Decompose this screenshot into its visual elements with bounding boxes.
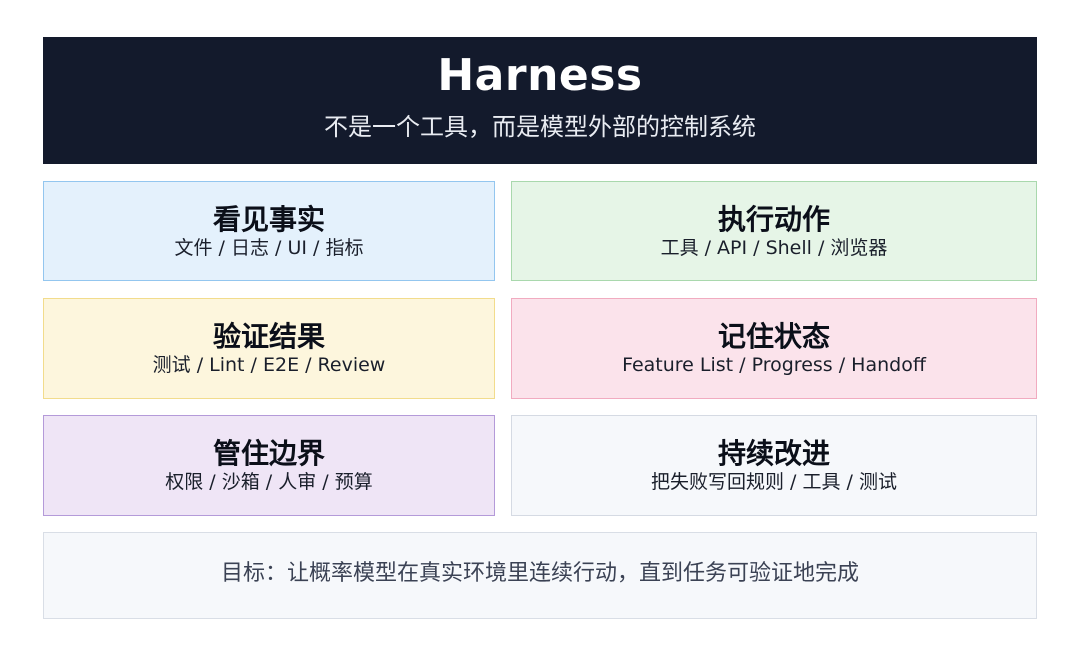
card-see-facts: 看见事实 文件 / 日志 / UI / 指标 <box>43 181 495 281</box>
card-subtitle: 测试 / Lint / E2E / Review <box>152 354 386 376</box>
card-subtitle: 文件 / 日志 / UI / 指标 <box>174 237 364 259</box>
goal-text: 目标：让概率模型在真实环境里连续行动，直到任务可验证地完成 <box>220 561 859 586</box>
card-title: 看见事实 <box>212 203 325 236</box>
card-remember-state: 记住状态 Feature List / Progress / Handoff <box>511 298 1037 399</box>
diagram-subtitle: 不是一个工具，而是模型外部的控制系统 <box>324 113 756 141</box>
card-execute-actions: 执行动作 工具 / API / Shell / 浏览器 <box>511 181 1037 281</box>
card-title: 持续改进 <box>717 437 830 470</box>
card-subtitle: 权限 / 沙箱 / 人审 / 预算 <box>165 471 373 493</box>
card-title: 执行动作 <box>717 203 830 236</box>
card-title: 记住状态 <box>717 320 830 353</box>
card-continuous-improvement: 持续改进 把失败写回规则 / 工具 / 测试 <box>511 415 1037 516</box>
header-banner: Harness 不是一个工具，而是模型外部的控制系统 <box>43 37 1037 164</box>
card-subtitle: Feature List / Progress / Handoff <box>622 354 926 376</box>
harness-diagram: Harness 不是一个工具，而是模型外部的控制系统 看见事实 文件 / 日志 … <box>0 0 1080 657</box>
diagram-title: Harness <box>437 50 643 101</box>
card-title: 验证结果 <box>212 320 325 353</box>
card-guard-boundaries: 管住边界 权限 / 沙箱 / 人审 / 预算 <box>43 415 495 516</box>
card-title: 管住边界 <box>212 437 325 470</box>
card-subtitle: 工具 / API / Shell / 浏览器 <box>660 237 888 259</box>
goal-banner: 目标：让概率模型在真实环境里连续行动，直到任务可验证地完成 <box>43 532 1037 619</box>
card-subtitle: 把失败写回规则 / 工具 / 测试 <box>651 471 897 493</box>
card-verify-results: 验证结果 测试 / Lint / E2E / Review <box>43 298 495 399</box>
